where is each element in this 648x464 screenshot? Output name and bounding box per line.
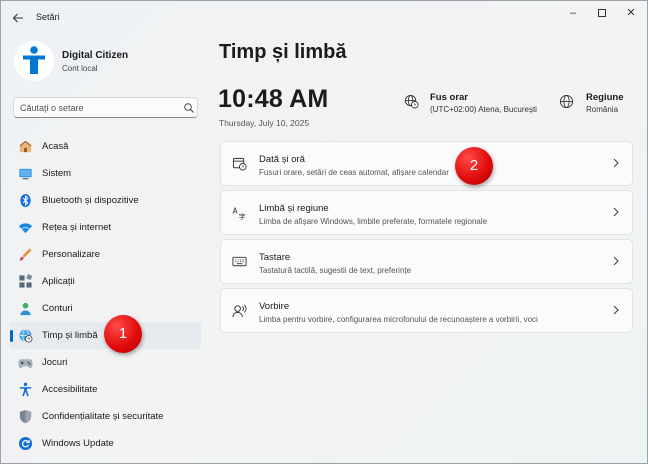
speech-icon <box>232 304 247 318</box>
card-title: Tastare <box>259 252 291 263</box>
sidebar-item-accounts[interactable]: Conturi <box>9 295 201 322</box>
svg-text:字: 字 <box>239 212 246 220</box>
search-icon[interactable] <box>183 102 195 114</box>
chevron-right-icon <box>613 305 619 315</box>
date-time-card[interactable]: Dată și oră Fusuri orare, setări de ceas… <box>220 141 633 186</box>
sidebar-item-label: Rețea și internet <box>42 222 112 233</box>
arrow-left-icon <box>12 13 23 23</box>
language-region-card[interactable]: A字 Limbă și regiune Limba de afișare Win… <box>220 190 633 235</box>
search-input[interactable] <box>20 101 175 115</box>
bluetooth-icon <box>20 193 31 208</box>
shield-icon <box>19 409 32 424</box>
sidebar-item-privacy[interactable]: Confidențialitate și securitate <box>9 403 201 430</box>
sidebar-item-label: Timp și limbă <box>42 330 98 341</box>
sidebar-item-apps[interactable]: Aplicații <box>9 268 201 295</box>
sidebar-item-label: Confidențialitate și securitate <box>42 411 164 422</box>
title-bar: Setări – ✕ <box>1 1 647 33</box>
timezone-globe-icon <box>404 94 419 109</box>
search-box[interactable] <box>13 97 198 118</box>
person-accessibility-icon <box>23 46 45 74</box>
card-title: Vorbire <box>259 301 290 312</box>
home-icon <box>19 140 32 153</box>
card-title: Limbă și regiune <box>259 203 329 214</box>
sidebar-item-label: Acasă <box>42 141 69 152</box>
sidebar-item-label: Jocuri <box>42 357 68 368</box>
gaming-icon <box>18 359 33 369</box>
page-title: Timp și limbă <box>219 41 347 63</box>
language-icon: A字 <box>232 206 246 220</box>
speech-card[interactable]: Vorbire Limba pentru vorbire, configurar… <box>220 288 633 333</box>
personalization-icon <box>19 248 32 261</box>
sidebar-item-home[interactable]: Acasă <box>9 133 201 160</box>
card-subtitle: Limba de afișare Windows, limbile prefer… <box>259 217 488 226</box>
minimize-icon: – <box>569 7 577 19</box>
typing-card[interactable]: Tastare Tastatură tactilă, sugestii de t… <box>220 239 633 284</box>
card-subtitle: Fusuri orare, setări de ceas automat, af… <box>259 168 449 177</box>
region-globe-icon <box>559 94 574 109</box>
annotation-badge-1: 1 <box>104 315 142 353</box>
timezone-title: Fus orar <box>430 92 469 103</box>
sidebar-item-windows-update[interactable]: Windows Update <box>9 430 201 457</box>
settings-cards: Dată și oră Fusuri orare, setări de ceas… <box>220 141 633 337</box>
sidebar-item-gaming[interactable]: Jocuri <box>9 349 201 376</box>
sidebar-item-label: Accesibilitate <box>42 384 98 395</box>
close-button[interactable]: ✕ <box>619 5 643 21</box>
network-icon <box>18 223 33 234</box>
sidebar-item-label: Personalizare <box>42 249 101 260</box>
maximize-icon <box>598 9 606 18</box>
minimize-button[interactable]: – <box>561 5 585 21</box>
apps-icon <box>19 274 33 288</box>
sidebar-item-accessibility[interactable]: Accesibilitate <box>9 376 201 403</box>
sidebar-item-label: Conturi <box>42 303 73 314</box>
svg-text:A: A <box>232 206 238 215</box>
chevron-right-icon <box>613 158 619 168</box>
sidebar-item-label: Windows Update <box>42 438 114 449</box>
sidebar-item-system[interactable]: Sistem <box>9 160 201 187</box>
region-value: România <box>586 105 619 114</box>
update-icon <box>18 436 33 451</box>
keyboard-icon <box>232 256 247 267</box>
accounts-icon <box>20 302 31 316</box>
account-type: Cont local <box>62 64 98 73</box>
current-date: Thursday, July 10, 2025 <box>219 118 310 128</box>
card-subtitle: Tastatură tactilă, sugestii de text, pre… <box>259 266 412 275</box>
sidebar-item-label: Aplicații <box>42 276 75 287</box>
card-title: Dată și oră <box>259 154 305 165</box>
chevron-right-icon <box>613 207 619 217</box>
timezone-value: (UTC+02:00) Atena, București <box>430 105 537 114</box>
time-language-icon <box>19 328 33 343</box>
chevron-right-icon <box>613 256 619 266</box>
maximize-button[interactable] <box>590 5 614 21</box>
accessibility-icon <box>19 382 32 397</box>
current-time: 10:48 AM <box>218 85 329 113</box>
calendar-clock-icon <box>232 157 247 171</box>
sidebar-item-network[interactable]: Rețea și internet <box>9 214 201 241</box>
back-button[interactable] <box>9 9 27 27</box>
active-indicator <box>10 330 13 342</box>
avatar[interactable] <box>14 41 54 81</box>
system-icon <box>19 168 32 180</box>
annotation-badge-2: 2 <box>455 147 493 185</box>
sidebar-nav: Acasă Sistem Bluetooth și dispozitive Re… <box>9 133 201 457</box>
sidebar-item-personalization[interactable]: Personalizare <box>9 241 201 268</box>
sidebar-item-label: Sistem <box>42 168 72 179</box>
sidebar-item-bluetooth[interactable]: Bluetooth și dispozitive <box>9 187 201 214</box>
profile-name: Digital Citizen <box>62 50 129 61</box>
sidebar-item-label: Bluetooth și dispozitive <box>42 195 139 206</box>
card-subtitle: Limba pentru vorbire, configurarea micro… <box>259 315 538 324</box>
settings-window: Setări – ✕ Digital Citizen Cont local Ac… <box>0 0 648 464</box>
close-icon: ✕ <box>626 7 636 19</box>
app-title: Setări <box>36 12 60 22</box>
region-title: Regiune <box>586 92 624 103</box>
